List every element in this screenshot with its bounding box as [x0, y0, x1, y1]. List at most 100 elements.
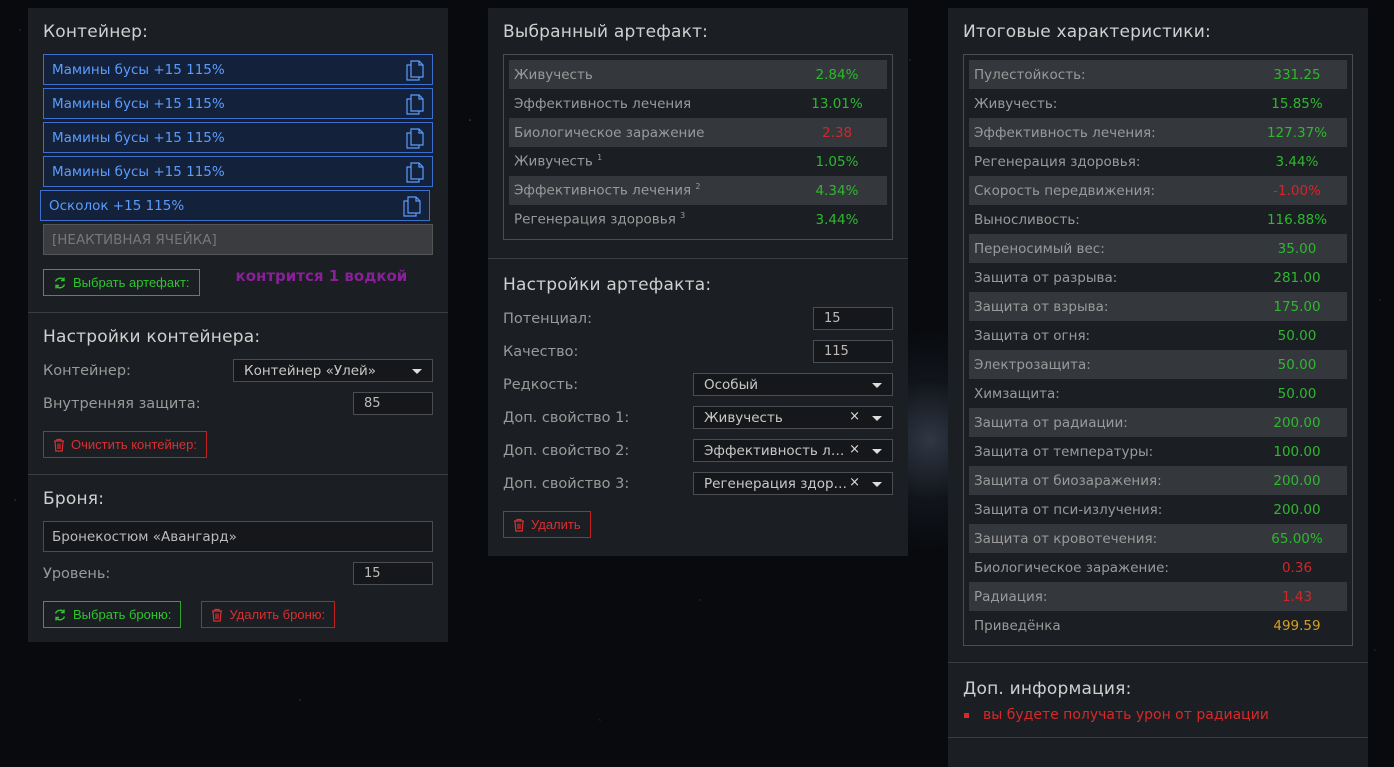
stat-label-text: Электрозащита:: [974, 356, 1091, 373]
stat-label: Защита от огня:: [974, 328, 1090, 344]
container-slot[interactable]: Осколок +15 115%: [40, 190, 430, 221]
stat-label-text: Переносимый вес:: [974, 240, 1105, 257]
copy-icon[interactable]: [406, 60, 424, 81]
stat-row: Защита от радиации: 200.00: [969, 408, 1347, 437]
stat-label: Живучесть: [514, 67, 593, 83]
quality-input[interactable]: 115: [813, 340, 893, 363]
quality-row: Качество: 115: [503, 340, 893, 363]
stat-label-text: Защита от разрыва:: [974, 269, 1118, 286]
extra1-select[interactable]: Живучесть ×: [693, 406, 893, 429]
totals-stats-box: Пулестойкость: 331.25 Живучесть: 15.85% Эффе…: [963, 54, 1353, 646]
extra3-row: Доп. свойство 3: Регенерация здоровья ×: [503, 472, 893, 495]
extra3-select[interactable]: Регенерация здоровья ×: [693, 472, 893, 495]
stat-row: Защита от температуры: 100.00: [969, 437, 1347, 466]
stat-label: Радиация:: [974, 589, 1047, 605]
stat-row: Эффективность лечения 13.01%: [509, 89, 887, 118]
delete-armor-label: Удалить броню:: [229, 607, 326, 622]
stat-label: Выносливость:: [974, 212, 1080, 228]
info-item: вы будете получать урон от радиации: [963, 707, 1353, 723]
stat-value: 116.88%: [1266, 211, 1328, 228]
extra2-label: Доп. свойство 2:: [503, 442, 630, 459]
container-note: контрится 1 водкой: [235, 266, 408, 285]
select-artifact-button[interactable]: Выбрать артефакт:: [43, 269, 200, 296]
stat-value: 35.00: [1277, 240, 1317, 257]
stat-value: 50.00: [1277, 356, 1317, 373]
stat-label-text: Защита от пси-излучения:: [974, 501, 1163, 518]
container-slot[interactable]: Мамины бусы +15 115%: [43, 88, 433, 119]
copy-icon[interactable]: [403, 196, 421, 217]
clear-container-button[interactable]: Очистить контейнер:: [43, 431, 207, 458]
inactive-slot: [НЕАКТИВНАЯ ЯЧЕЙКА]: [43, 224, 433, 255]
stat-label-text: Эффективность лечения:: [974, 124, 1156, 141]
container-slot[interactable]: Мамины бусы +15 115%: [43, 54, 433, 85]
stat-row: Пулестойкость: 331.25: [969, 60, 1347, 89]
stat-label: Биологическое заражение: [514, 125, 704, 141]
stat-row: Переносимый вес: 35.00: [969, 234, 1347, 263]
stat-value: 100.00: [1273, 443, 1321, 460]
armor-field[interactable]: Бронекостюм «Авангард»: [43, 521, 433, 552]
stat-label-text: Живучесть:: [974, 95, 1058, 112]
stat-row: Выносливость: 116.88%: [969, 205, 1347, 234]
copy-icon[interactable]: [406, 162, 424, 183]
stat-value: 1.05%: [815, 153, 859, 170]
stat-value: 200.00: [1273, 472, 1321, 489]
stat-label: Скорость передвижения:: [974, 183, 1155, 199]
container-slot[interactable]: Мамины бусы +15 115%: [43, 122, 433, 153]
stat-row: Защита от огня: 50.00: [969, 321, 1347, 350]
stat-row: Радиация: 1.43: [969, 582, 1347, 611]
select-armor-label: Выбрать броню:: [73, 607, 172, 622]
clear-icon[interactable]: ×: [849, 475, 860, 490]
clear-icon[interactable]: ×: [849, 409, 860, 424]
container-slot-label: Мамины бусы +15 115%: [52, 95, 225, 112]
stat-row: Эффективность лечения 2 4.34%: [509, 176, 887, 205]
container-slot-label: Осколок +15 115%: [49, 197, 185, 214]
select-armor-button[interactable]: Выбрать броню:: [43, 601, 182, 628]
stat-value: 4.34%: [815, 182, 859, 199]
stat-label: Живучесть:: [974, 96, 1057, 112]
next-section: [948, 738, 1368, 767]
container-settings-section: Настройки контейнера: Контейнер: Контейн…: [28, 313, 448, 475]
stat-row: Биологическое заражение: 0.36: [969, 553, 1347, 582]
delete-artifact-button[interactable]: Удалить: [503, 511, 591, 538]
stat-label-text: Защита от температуры:: [974, 443, 1154, 460]
container-section: Контейнер: Мамины бусы +15 115% Мамины бу…: [28, 8, 448, 313]
armor-section: Броня: Бронекостюм «Авангард» Уровень: 1…: [28, 475, 448, 642]
container-type-row: Контейнер: Контейнер «Улей»: [43, 359, 433, 382]
extra1-label: Доп. свойство 1:: [503, 409, 630, 426]
trash-icon: [514, 518, 524, 532]
extra2-select[interactable]: Эффективность лечения ×: [693, 439, 893, 462]
stat-label: Переносимый вес:: [974, 241, 1105, 257]
delete-armor-button[interactable]: Удалить броню:: [201, 601, 336, 628]
refresh-icon: [54, 609, 66, 620]
extra-info-list: вы будете получать урон от радиации: [963, 707, 1353, 723]
selected-artifact-title: Выбранный артефакт:: [503, 22, 709, 42]
container-slots: Мамины бусы +15 115% Мамины бусы +15 115%…: [40, 54, 433, 221]
chevron-down-icon: [872, 482, 882, 487]
extra3-value: Регенерация здоровья: [704, 475, 849, 492]
stat-label-text: Биологическое заражение:: [974, 559, 1169, 576]
stat-label-text: Радиация:: [974, 588, 1048, 605]
stat-label-text: Защита от радиации:: [974, 414, 1128, 431]
stat-label: Защита от радиации:: [974, 415, 1128, 431]
potential-input[interactable]: 15: [813, 307, 893, 330]
stat-label: Электрозащита:: [974, 357, 1091, 373]
stat-label: Приведёнка: [974, 618, 1061, 634]
stat-label: Защита от взрыва:: [974, 299, 1108, 315]
copy-icon[interactable]: [406, 94, 424, 115]
container-type-select[interactable]: Контейнер «Улей»: [233, 359, 433, 382]
stat-row: Электрозащита: 50.00: [969, 350, 1347, 379]
extra1-value: Живучесть: [704, 409, 783, 426]
stat-label-text: Биологическое заражение: [514, 124, 705, 141]
stat-row: Скорость передвижения: -1.00%: [969, 176, 1347, 205]
container-slot[interactable]: Мамины бусы +15 115%: [43, 156, 433, 187]
artifact-stats-box: Живучесть 2.84% Эффективность лечения 13.01…: [503, 54, 893, 240]
totals-title: Итоговые характеристики:: [963, 22, 1211, 42]
clear-icon[interactable]: ×: [849, 442, 860, 457]
internal-protection-input[interactable]: 85: [353, 392, 433, 415]
copy-icon[interactable]: [406, 128, 424, 149]
chevron-down-icon: [412, 369, 422, 374]
rarity-select[interactable]: Особый: [693, 373, 893, 396]
armor-level-input[interactable]: 15: [353, 562, 433, 585]
right-panel: Итоговые характеристики: Пулестойкость: 3…: [948, 8, 1368, 767]
stat-label-text: Регенерация здоровья: [514, 211, 676, 228]
